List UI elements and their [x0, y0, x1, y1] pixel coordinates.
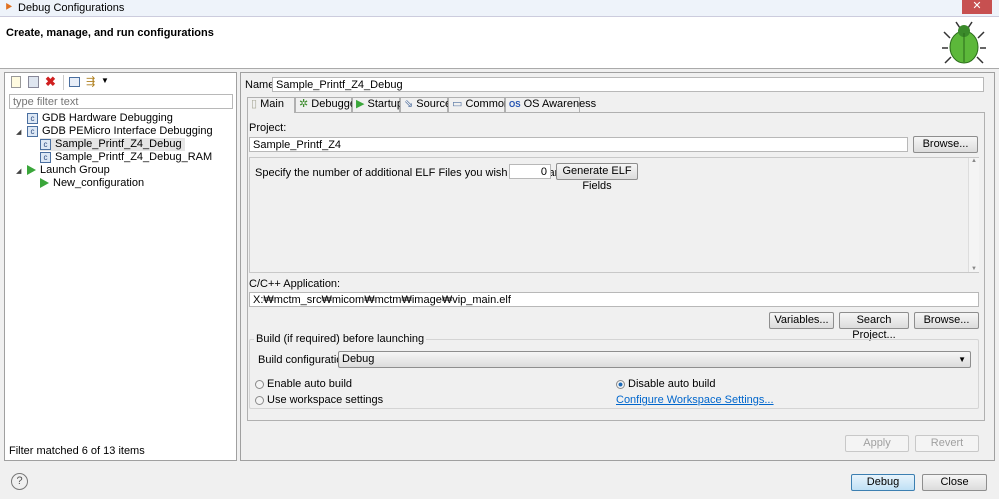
- delete-icon[interactable]: ✖: [45, 74, 56, 90]
- filter-icon[interactable]: ⇶: [86, 75, 95, 88]
- c-config-icon: c: [27, 125, 38, 137]
- tree-item-label: Launch Group: [40, 164, 110, 176]
- expand-icon[interactable]: ◢: [16, 128, 21, 136]
- tree-item-sample-debug-ram[interactable]: c Sample_Printf_Z4_Debug_RAM: [40, 151, 212, 164]
- radio-icon: [255, 395, 264, 405]
- debug-button[interactable]: Debug: [851, 474, 915, 491]
- dialog-header: Create, manage, and run configurations: [0, 17, 999, 69]
- filter-input[interactable]: [9, 94, 233, 109]
- debugger-tab-icon: ✲: [299, 98, 309, 110]
- c-config-icon: c: [27, 112, 38, 124]
- tree-item-label: New_configuration: [53, 177, 145, 189]
- tree-item-label: GDB PEMicro Interface Debugging: [42, 125, 213, 137]
- view-menu-icon[interactable]: ▼: [101, 76, 109, 85]
- search-project-button[interactable]: Search Project...: [839, 312, 909, 341]
- radio-icon: [255, 379, 264, 389]
- project-input[interactable]: Sample_Printf_Z4: [249, 137, 908, 152]
- tab-label: OS Awareness: [523, 98, 597, 110]
- app-browse-button[interactable]: Browse...: [914, 312, 979, 329]
- tab-source[interactable]: ⇘ Source: [400, 97, 452, 112]
- apply-button[interactable]: Apply: [845, 435, 909, 452]
- tab-startup[interactable]: ▶ Startup: [352, 97, 403, 112]
- tab-label: Startup: [367, 98, 403, 110]
- tab-label: Main: [260, 98, 284, 110]
- chevron-down-icon: ▼: [958, 355, 966, 364]
- common-tab-icon: ▭: [452, 98, 463, 110]
- tree-item-label: Sample_Printf_Z4_Debug_RAM: [55, 151, 213, 163]
- source-tab-icon: ⇘: [404, 98, 414, 110]
- tab-label: Common: [465, 98, 511, 110]
- tree-toolbar: ✖ ⇶ ▼: [9, 74, 119, 91]
- tree-item-launch-group[interactable]: Launch Group: [27, 164, 110, 177]
- startup-tab-icon: ▶: [356, 98, 365, 110]
- radio-label: Use workspace settings: [267, 394, 384, 406]
- tab-common[interactable]: ▭ Common: [448, 97, 510, 112]
- toolbar-separator: [63, 75, 64, 90]
- use-workspace-settings-radio[interactable]: Use workspace settings: [255, 394, 383, 406]
- launch-icon: [27, 165, 36, 176]
- config-tree-panel: ✖ ⇶ ▼ cGDB Hardware Debugging ◢ cGDB PEM…: [4, 72, 237, 461]
- duplicate-icon[interactable]: [28, 76, 39, 88]
- elf-files-area: Specify the number of additional ELF Fil…: [249, 157, 979, 273]
- main-tab-icon: ▯: [251, 98, 258, 110]
- tree-item-label: GDB Hardware Debugging: [42, 112, 173, 124]
- c-config-icon: c: [40, 151, 51, 163]
- tab-main[interactable]: ▯ Main: [247, 97, 295, 113]
- scrollbar[interactable]: ▲ ▼: [968, 158, 979, 272]
- header-title: Create, manage, and run configurations: [6, 27, 214, 39]
- close-window-button[interactable]: ✕: [962, 0, 992, 14]
- tree-item-gdb-pemicro[interactable]: c GDB PEMicro Interface Debugging: [27, 125, 213, 138]
- app-icon: ⯈: [4, 2, 13, 14]
- tab-os-awareness[interactable]: OS OS Awareness: [505, 97, 596, 112]
- build-config-select[interactable]: Debug ▼: [338, 351, 971, 368]
- os-awareness-tab-icon: OS: [509, 100, 521, 109]
- c-config-icon: c: [40, 138, 51, 150]
- variables-button[interactable]: Variables...: [769, 312, 834, 329]
- radio-label: Disable auto build: [628, 378, 716, 390]
- filter-status: Filter matched 6 of 13 items: [9, 445, 145, 457]
- tree-item-gdb-hardware[interactable]: c GDB Hardware Debugging: [27, 112, 173, 125]
- expand-icon[interactable]: ◢: [16, 167, 21, 175]
- project-browse-button[interactable]: Browse...: [913, 136, 978, 153]
- tree-item-sample-debug[interactable]: c Sample_Printf_Z4_Debug: [40, 138, 185, 151]
- tab-label: Source: [416, 98, 452, 110]
- enable-auto-build-radio[interactable]: Enable auto build: [255, 378, 352, 390]
- new-config-icon[interactable]: [11, 76, 21, 88]
- tree-item-label: Sample_Printf_Z4_Debug: [55, 138, 182, 150]
- generate-elf-fields-button[interactable]: Generate ELF Fields: [556, 163, 638, 192]
- title-bar: ⯈ Debug Configurations ✕: [0, 0, 999, 17]
- disable-auto-build-radio[interactable]: Disable auto build: [616, 378, 715, 390]
- collapse-all-icon[interactable]: [69, 77, 80, 87]
- app-input[interactable]: X:₩mctm_src₩micom₩mctm₩image₩vip_main.el…: [249, 292, 979, 307]
- app-label: C/C++ Application:: [249, 278, 341, 290]
- radio-label: Enable auto build: [267, 378, 353, 390]
- launch-icon: [40, 178, 49, 189]
- help-button[interactable]: ?: [11, 473, 28, 490]
- name-input[interactable]: Sample_Printf_Z4_Debug: [272, 77, 984, 92]
- configure-workspace-link[interactable]: Configure Workspace Settings...: [616, 394, 774, 406]
- revert-button[interactable]: Revert: [915, 435, 979, 452]
- window-title: Debug Configurations: [18, 2, 125, 14]
- tree-item-new-configuration[interactable]: New_configuration: [40, 177, 144, 190]
- bug-icon: [942, 21, 986, 64]
- close-button[interactable]: Close: [922, 474, 987, 491]
- elf-count-input[interactable]: 0: [509, 164, 551, 179]
- tab-debugger[interactable]: ✲ Debugger: [295, 97, 360, 112]
- project-label: Project:: [249, 122, 287, 134]
- build-config-value: Debug: [342, 353, 375, 365]
- radio-selected-icon: [616, 379, 625, 389]
- build-group-label: Build (if required) before launching: [254, 333, 427, 345]
